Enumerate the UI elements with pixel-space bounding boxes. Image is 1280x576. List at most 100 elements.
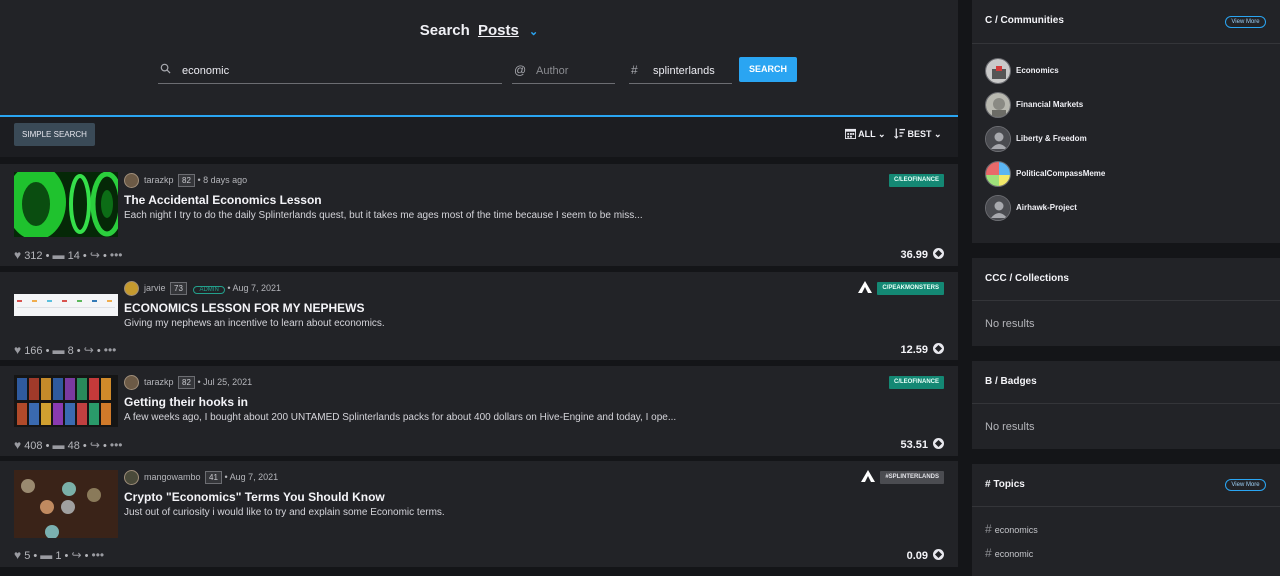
- calendar-icon: [845, 128, 856, 139]
- post-thumbnail[interactable]: [14, 172, 118, 237]
- more-icon[interactable]: •••: [110, 438, 123, 452]
- post-title[interactable]: Getting their hooks in: [124, 395, 248, 409]
- comment-icon[interactable]: ▬: [53, 343, 65, 357]
- community-name: Liberty & Freedom: [1016, 134, 1087, 143]
- reputation-badge: 73: [170, 282, 187, 295]
- post-card[interactable]: tarazkp 82 • Jul 25, 2021 C/LEOFINANCE G…: [0, 366, 958, 456]
- heart-icon[interactable]: ♥: [14, 343, 21, 357]
- topics-panel: # Topics View More # economics # economic: [972, 464, 1280, 576]
- community-badge[interactable]: #SPLINTERLANDS: [880, 471, 944, 484]
- post-title[interactable]: Crypto "Economics" Terms You Should Know: [124, 490, 385, 504]
- post-payout[interactable]: 0.09: [907, 549, 944, 562]
- post-card[interactable]: jarvie 73 ADMIN • Aug 7, 2021 C/PEAKMONS…: [0, 272, 958, 360]
- post-thumbnail[interactable]: [14, 375, 118, 440]
- comment-icon[interactable]: ▬: [53, 438, 65, 452]
- vote-count: 408: [24, 440, 43, 452]
- time-filter-dropdown[interactable]: ALL ⌄: [845, 128, 886, 140]
- hive-icon: [933, 248, 944, 259]
- post-title[interactable]: ECONOMICS LESSON FOR MY NEPHEWS: [124, 301, 364, 315]
- post-payout[interactable]: 53.51: [900, 438, 944, 451]
- search-input-value[interactable]: economic: [182, 65, 229, 77]
- post-excerpt[interactable]: A few weeks ago, I bought about 200 UNTA…: [124, 412, 676, 423]
- author-placeholder[interactable]: Author: [536, 65, 568, 77]
- tag-input[interactable]: # splinterlands: [629, 57, 732, 84]
- more-icon[interactable]: •••: [104, 343, 117, 357]
- post-excerpt[interactable]: Giving my nephews an incentive to learn …: [124, 318, 385, 329]
- community-badge[interactable]: C/LEOFINANCE: [889, 174, 944, 187]
- vote-count: 312: [24, 250, 43, 262]
- post-meta: tarazkp 82 • 8 days ago: [144, 174, 248, 187]
- comment-icon[interactable]: ▬: [40, 548, 52, 562]
- search-icon: [160, 63, 171, 77]
- search-button[interactable]: SEARCH: [739, 57, 797, 82]
- payout-value: 0.09: [906, 550, 928, 562]
- community-name: Economics: [1016, 66, 1059, 75]
- collections-panel: CCC / Collections No results: [972, 258, 1280, 346]
- vote-count: 166: [24, 345, 43, 357]
- payout-value: 12.59: [900, 344, 928, 356]
- post-card[interactable]: tarazkp 82 • 8 days ago C/LEOFINANCE The…: [0, 164, 958, 266]
- community-avatar: [985, 195, 1011, 221]
- chevron-down-icon[interactable]: ⌄: [529, 26, 538, 38]
- more-icon[interactable]: •••: [110, 248, 123, 262]
- share-icon[interactable]: ↪: [90, 438, 100, 452]
- post-card[interactable]: mangowambo 41 • Aug 7, 2021 #SPLINTERLAN…: [0, 461, 958, 567]
- post-thumbnail[interactable]: [14, 470, 118, 538]
- heart-icon[interactable]: ♥: [14, 248, 21, 262]
- author-avatar[interactable]: [124, 375, 139, 390]
- sort-dropdown[interactable]: BEST ⌄: [894, 128, 942, 140]
- author-name[interactable]: tarazkp: [144, 377, 174, 387]
- post-date: Jul 25, 2021: [203, 377, 253, 387]
- sort-label: BEST: [907, 129, 932, 139]
- simple-search-button[interactable]: SIMPLE SEARCH: [14, 123, 95, 146]
- author-avatar[interactable]: [124, 470, 139, 485]
- post-title[interactable]: The Accidental Economics Lesson: [124, 193, 322, 207]
- heart-icon[interactable]: ♥: [14, 548, 21, 562]
- share-icon[interactable]: ↪: [71, 548, 81, 562]
- communities-panel: C / Communities View More Economics Fina…: [972, 0, 1280, 243]
- author-name[interactable]: jarvie: [144, 283, 166, 293]
- search-input[interactable]: economic: [158, 57, 502, 84]
- results-toolbar: SIMPLE SEARCH ALL ⌄ BEST ⌄: [0, 117, 958, 157]
- post-date: 8 days ago: [203, 175, 248, 185]
- post-excerpt[interactable]: Just out of curiosity i would like to tr…: [124, 507, 445, 518]
- post-stats: ♥ 5 • ▬ 1 • ↪ • •••: [14, 548, 105, 562]
- post-payout[interactable]: 36.99: [900, 248, 944, 261]
- topics-title: # Topics: [985, 479, 1025, 490]
- community-avatar: [985, 126, 1011, 152]
- hash-icon: #: [985, 546, 992, 560]
- post-payout[interactable]: 12.59: [900, 343, 944, 356]
- post-excerpt[interactable]: Each night I try to do the daily Splinte…: [124, 210, 643, 221]
- post-meta: jarvie 73 ADMIN • Aug 7, 2021: [144, 282, 282, 295]
- topic-item[interactable]: # economics: [985, 522, 1038, 536]
- search-title[interactable]: Search Posts ⌄: [0, 22, 958, 39]
- share-icon[interactable]: ↪: [90, 248, 100, 262]
- splinterlands-logo-icon: [861, 470, 875, 482]
- author-name[interactable]: tarazkp: [144, 175, 174, 185]
- share-icon[interactable]: ↪: [84, 343, 94, 357]
- topic-item[interactable]: # economic: [985, 546, 1033, 560]
- post-date: Aug 7, 2021: [229, 472, 279, 482]
- comment-icon[interactable]: ▬: [53, 248, 65, 262]
- main-column: Search Posts ⌄ economic @ Author # splin…: [0, 0, 958, 576]
- communities-view-more-button[interactable]: View More: [1225, 16, 1266, 28]
- post-thumbnail[interactable]: [14, 294, 118, 316]
- reputation-badge: 82: [178, 174, 195, 187]
- collections-empty-text: No results: [985, 318, 1035, 330]
- author-input[interactable]: @ Author: [512, 57, 615, 84]
- vote-count: 5: [24, 550, 31, 562]
- author-name[interactable]: mangowambo: [144, 472, 201, 482]
- community-badge[interactable]: C/LEOFINANCE: [889, 376, 944, 389]
- author-avatar[interactable]: [124, 173, 139, 188]
- tag-input-value[interactable]: splinterlands: [653, 65, 715, 77]
- chevron-down-icon: ⌄: [878, 129, 886, 139]
- community-avatar: [985, 92, 1011, 118]
- more-icon[interactable]: •••: [92, 548, 105, 562]
- community-badge[interactable]: C/PEAKMONSTERS: [877, 282, 944, 295]
- hash-icon: #: [985, 522, 992, 536]
- badges-title: B / Badges: [985, 376, 1037, 387]
- author-avatar[interactable]: [124, 281, 139, 296]
- search-mode-select[interactable]: Posts: [478, 22, 519, 39]
- heart-icon[interactable]: ♥: [14, 438, 21, 452]
- topics-view-more-button[interactable]: View More: [1225, 479, 1266, 491]
